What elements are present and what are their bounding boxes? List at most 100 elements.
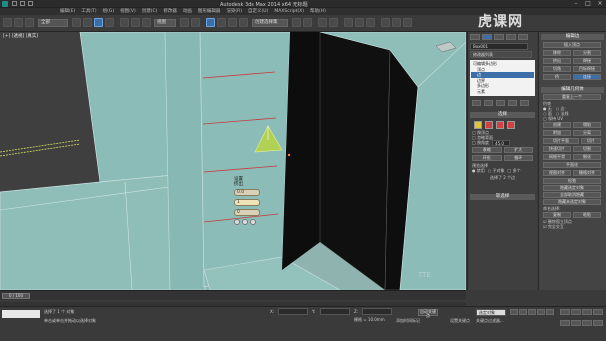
weld-button[interactable]: 焊接 xyxy=(573,58,601,64)
configure-sets-icon[interactable] xyxy=(520,100,529,106)
modifier-stack-item[interactable]: 元素 xyxy=(471,89,534,95)
pivot-center-icon[interactable] xyxy=(180,18,189,27)
edge-mode-icon[interactable] xyxy=(485,121,493,129)
chamfer-button[interactable]: 切角 xyxy=(543,66,571,72)
schematic-view-icon[interactable] xyxy=(355,18,364,27)
z-coord-field[interactable] xyxy=(362,308,392,315)
modify-tab-icon[interactable] xyxy=(482,34,492,40)
rendered-frame-icon[interactable] xyxy=(392,18,401,27)
time-slider[interactable]: 0 / 100 xyxy=(0,290,466,306)
object-name-field[interactable]: Box001 xyxy=(470,43,528,50)
manipulate-icon[interactable] xyxy=(191,18,200,27)
minimize-button[interactable]: – xyxy=(570,0,582,8)
make-planar-button[interactable]: 平面化 xyxy=(543,162,601,168)
orbit-icon[interactable] xyxy=(582,319,592,326)
menu-item[interactable]: 创建(C) xyxy=(142,8,158,15)
render-setup-icon[interactable] xyxy=(381,18,390,27)
menu-item[interactable]: 渲染(R) xyxy=(226,8,242,15)
undo-icon[interactable] xyxy=(3,18,12,27)
menu-item[interactable]: 帮助(H) xyxy=(310,8,326,15)
selection-rollout-header[interactable]: 选择 xyxy=(470,112,535,118)
soft-selection-rollout-header[interactable]: 软选择 xyxy=(470,194,535,200)
spinner-snap-icon[interactable] xyxy=(239,18,248,27)
preview-off-radio[interactable]: ● 禁用 xyxy=(472,168,485,173)
border-mode-icon[interactable] xyxy=(496,121,504,129)
full-interactivity-checkbox[interactable]: ☑ 完全交互 xyxy=(539,224,606,229)
tessellate-button[interactable]: 细化 xyxy=(573,154,601,160)
menu-item[interactable]: MAXScript(X) xyxy=(274,8,304,15)
attach-button[interactable]: 附加 xyxy=(543,130,571,136)
select-object-icon[interactable] xyxy=(72,18,81,27)
target-weld-button[interactable]: 目标焊接 xyxy=(573,66,601,72)
percent-snap-icon[interactable] xyxy=(228,18,237,27)
ring-button[interactable]: 环形 xyxy=(472,155,502,161)
display-tab-icon[interactable] xyxy=(518,34,528,40)
auto-key-button[interactable]: 自动关键点 xyxy=(418,309,438,318)
app-logo-icon[interactable] xyxy=(2,1,8,7)
caddy-height-field[interactable]: 0.0 xyxy=(234,189,260,196)
preview-multi-checkbox[interactable]: □ 多个 xyxy=(508,168,521,173)
save-file-icon[interactable] xyxy=(28,1,33,6)
view-align-button[interactable]: 视图对齐 xyxy=(543,170,571,176)
new-file-icon[interactable] xyxy=(12,1,17,6)
material-editor-icon[interactable] xyxy=(366,18,375,27)
menu-item[interactable]: 视图(V) xyxy=(120,8,136,15)
meshsmooth-button[interactable]: 网格平滑 xyxy=(543,154,571,160)
play-icon[interactable] xyxy=(528,309,536,315)
slice-button[interactable]: 切片 xyxy=(581,138,601,144)
align-icon[interactable] xyxy=(303,18,312,27)
create-tab-icon[interactable] xyxy=(470,34,480,40)
menu-item[interactable]: 图形编辑器 xyxy=(198,8,221,15)
edit-edges-header[interactable]: 编辑边 xyxy=(541,34,604,40)
hide-unselected-button[interactable]: 隐藏未选定对象 xyxy=(543,199,601,205)
polygon-mode-icon[interactable] xyxy=(507,121,515,129)
select-by-name-icon[interactable] xyxy=(83,18,92,27)
split-button[interactable]: 分割 xyxy=(573,50,601,56)
detach-button[interactable]: 分离 xyxy=(573,130,601,136)
bridge-button[interactable]: 桥 xyxy=(543,74,571,80)
remove-modifier-icon[interactable] xyxy=(508,100,517,106)
next-frame-icon[interactable] xyxy=(537,309,545,315)
grid-align-button[interactable]: 栅格对齐 xyxy=(573,170,601,176)
menu-item[interactable]: 工具(T) xyxy=(81,8,96,15)
connect-button[interactable]: 连接 xyxy=(573,74,601,80)
make-unique-icon[interactable] xyxy=(496,100,505,106)
extrude-button[interactable]: 挤出 xyxy=(543,58,571,64)
paste-button[interactable]: 粘贴 xyxy=(573,212,601,218)
caddy-ok-icon[interactable] xyxy=(234,219,240,225)
menu-item[interactable]: 自定义(U) xyxy=(248,8,268,15)
caddy-bias-field[interactable]: 0 xyxy=(234,209,260,216)
viewport-label[interactable]: [+] [透视] [真实] xyxy=(3,33,38,39)
reference-coord-dropdown[interactable]: 视图 xyxy=(154,19,176,27)
angle-snap-icon[interactable] xyxy=(217,18,226,27)
menu-item[interactable]: 组(G) xyxy=(103,8,115,15)
rect-selection-icon[interactable] xyxy=(94,18,103,27)
preview-sub-radio[interactable]: ○ 子对象 xyxy=(488,168,505,173)
render-production-icon[interactable] xyxy=(403,18,412,27)
key-mode-dropdown[interactable]: 选定对象 xyxy=(476,309,506,316)
graphite-toggle-icon[interactable] xyxy=(329,18,338,27)
curve-editor-icon[interactable] xyxy=(344,18,353,27)
unhide-all-button[interactable]: 全部取消隐藏 xyxy=(543,192,601,198)
repeat-last-button[interactable]: 重复上一个 xyxy=(543,94,601,100)
link-icon[interactable] xyxy=(25,18,34,27)
caddy-apply-icon[interactable] xyxy=(242,219,248,225)
window-crossing-icon[interactable] xyxy=(105,18,114,27)
maximize-button[interactable]: □ xyxy=(582,0,594,8)
key-filters-button[interactable]: 关键点过滤器... xyxy=(476,318,504,323)
menu-item[interactable]: 修改器 xyxy=(163,8,177,15)
pan-icon[interactable] xyxy=(571,319,581,326)
cut-button[interactable]: 切割 xyxy=(573,146,601,152)
zoom-extents-all-icon[interactable] xyxy=(593,309,603,315)
collapse-button[interactable]: 塌陷 xyxy=(573,122,601,128)
zoom-icon[interactable] xyxy=(560,309,570,315)
loop-button[interactable]: 循环 xyxy=(503,155,533,161)
zoom-all-icon[interactable] xyxy=(571,309,581,315)
edit-geometry-header[interactable]: 编辑几何体 xyxy=(541,87,604,93)
hierarchy-tab-icon[interactable] xyxy=(494,34,504,40)
modifier-list-dropdown[interactable]: 修改器列表 xyxy=(470,51,532,58)
quickslice-button[interactable]: 快速切片 xyxy=(543,146,571,152)
pin-stack-icon[interactable] xyxy=(472,100,481,106)
grow-button[interactable]: 扩大 xyxy=(503,147,533,153)
named-selection-dropdown[interactable]: 创建选择集 xyxy=(252,19,288,27)
